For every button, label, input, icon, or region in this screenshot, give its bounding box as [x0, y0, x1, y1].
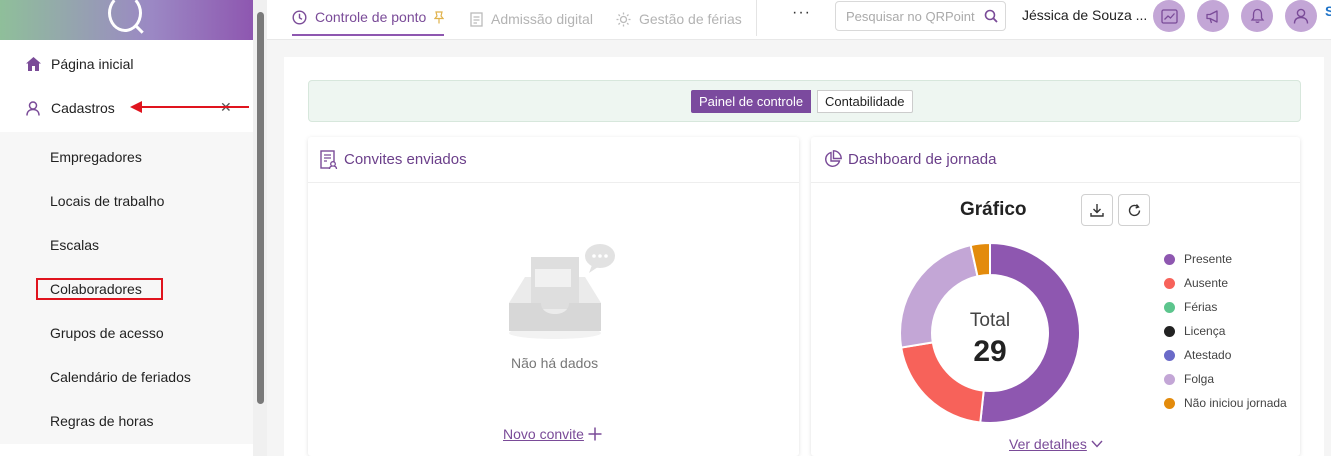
- legend-item[interactable]: Folga: [1164, 372, 1214, 386]
- megaphone-icon: [1205, 9, 1222, 24]
- submenu-item-feriados[interactable]: Calendário de feriados: [50, 369, 191, 385]
- download-button[interactable]: [1081, 194, 1113, 226]
- legend-label: Presente: [1184, 252, 1233, 266]
- submenu-item-empregadores[interactable]: Empregadores: [50, 149, 142, 165]
- sidebar-item-cadastros[interactable]: Cadastros: [0, 86, 253, 130]
- chart-title: Gráfico: [960, 199, 1027, 220]
- browser-extension-icon[interactable]: S: [1325, 3, 1331, 19]
- empty-state-text: Não há dados: [511, 355, 599, 371]
- legend-label: Não iniciou jornada: [1184, 396, 1287, 410]
- clock-icon: [292, 9, 307, 25]
- top-bar: Controle de ponto Admissão digital Gestã…: [267, 0, 1331, 40]
- tab-label: Controle de ponto: [315, 9, 427, 25]
- search-box[interactable]: [835, 1, 1006, 31]
- see-details-link[interactable]: Ver detalhes: [1009, 436, 1103, 452]
- legend-label: Ausente: [1184, 276, 1229, 290]
- legend-label: Atestado: [1184, 348, 1232, 362]
- submenu-item-regras[interactable]: Regras de horas: [50, 413, 154, 429]
- new-invite-link[interactable]: Novo convite: [503, 426, 602, 442]
- donut-chart: [899, 241, 1081, 424]
- user-icon: [25, 100, 41, 116]
- legend-dot: [1164, 253, 1175, 265]
- legend-label: Folga: [1184, 372, 1215, 386]
- sun-icon: [616, 12, 631, 27]
- sidebar-scrollbar[interactable]: [253, 0, 267, 456]
- donut-slice-5[interactable]: [899, 243, 979, 349]
- home-icon: [25, 56, 41, 72]
- legend-label: Licença: [1184, 324, 1226, 338]
- new-invite-label: Novo convite: [503, 426, 584, 442]
- view-switch-bar: Painel de controle Contabilidade: [308, 80, 1301, 122]
- profile-button[interactable]: [1285, 0, 1317, 32]
- segment-painel-de-controle[interactable]: Painel de controle: [691, 90, 812, 113]
- legend-item[interactable]: Não iniciou jornada: [1164, 396, 1287, 410]
- download-icon: [1090, 203, 1104, 217]
- tab-gestao-de-ferias[interactable]: Gestão de férias: [616, 0, 742, 38]
- legend-item[interactable]: Atestado: [1164, 348, 1231, 362]
- annotation-arrow: [130, 101, 249, 113]
- pie-chart-icon: [823, 150, 842, 169]
- donut-total-label: Total: [969, 310, 1011, 331]
- legend-label: Férias: [1184, 300, 1218, 314]
- analytics-button[interactable]: [1153, 0, 1185, 32]
- sidebar: Página inicial Cadastros ✕ Empregadores …: [0, 0, 253, 456]
- sidebar-item-home[interactable]: Página inicial: [0, 42, 253, 86]
- legend-item[interactable]: Licença: [1164, 324, 1225, 338]
- announcements-button[interactable]: [1197, 0, 1229, 32]
- tab-controle-de-ponto[interactable]: Controle de ponto: [292, 0, 445, 36]
- legend-dot: [1164, 373, 1175, 385]
- empty-inbox-icon: [505, 243, 617, 348]
- avatar-icon: [1293, 8, 1309, 24]
- refresh-icon: [1127, 203, 1142, 218]
- pin-icon[interactable]: [434, 10, 445, 24]
- document-icon: [470, 11, 483, 27]
- legend-item[interactable]: Ausente: [1164, 276, 1228, 290]
- scrollbar-thumb[interactable]: [257, 12, 264, 404]
- segment-contabilidade[interactable]: Contabilidade: [817, 90, 913, 113]
- submenu-item-grupos[interactable]: Grupos de acesso: [50, 325, 164, 341]
- legend-item[interactable]: Presente: [1164, 252, 1232, 266]
- legend-dot: [1164, 349, 1175, 361]
- legend-dot: [1164, 301, 1175, 313]
- chevron-down-icon: [1091, 440, 1103, 448]
- sidebar-header: [0, 0, 253, 40]
- tab-label: Admissão digital: [491, 11, 593, 27]
- legend-dot: [1164, 397, 1175, 409]
- dashboard-card-title: Dashboard de jornada: [848, 151, 997, 168]
- plus-icon: [588, 427, 602, 441]
- submenu-item-locais[interactable]: Locais de trabalho: [50, 193, 164, 209]
- invites-card-header: Convites enviados: [308, 137, 799, 183]
- legend-dot: [1164, 277, 1175, 289]
- qrpoint-logo-icon[interactable]: [108, 0, 142, 32]
- invite-list-icon: [320, 149, 338, 170]
- sidebar-item-label: Página inicial: [51, 56, 134, 72]
- chart-icon: [1160, 8, 1178, 24]
- donut-slice-0[interactable]: [979, 241, 1081, 424]
- bell-icon: [1250, 8, 1265, 24]
- refresh-button[interactable]: [1118, 194, 1150, 226]
- donut-total-value: 29: [973, 335, 1007, 368]
- dashboard-card-header: Dashboard de jornada: [811, 137, 1300, 183]
- see-details-label: Ver detalhes: [1009, 436, 1087, 452]
- search-icon[interactable]: [984, 9, 998, 23]
- submenu-item-escalas[interactable]: Escalas: [50, 237, 99, 253]
- tab-separator: [756, 0, 757, 36]
- sidebar-item-label: Cadastros: [51, 100, 115, 116]
- invites-card-title: Convites enviados: [344, 151, 467, 168]
- more-tabs-button[interactable]: ···: [792, 4, 811, 22]
- notifications-button[interactable]: [1241, 0, 1273, 32]
- user-name[interactable]: Jéssica de Souza ...: [1022, 7, 1147, 23]
- tab-label: Gestão de férias: [639, 11, 742, 27]
- tab-admissao-digital[interactable]: Admissão digital: [470, 0, 593, 38]
- legend-item[interactable]: Férias: [1164, 300, 1217, 314]
- annotation-highlight-box: [36, 278, 163, 300]
- search-input[interactable]: [846, 8, 984, 24]
- legend-dot: [1164, 325, 1175, 337]
